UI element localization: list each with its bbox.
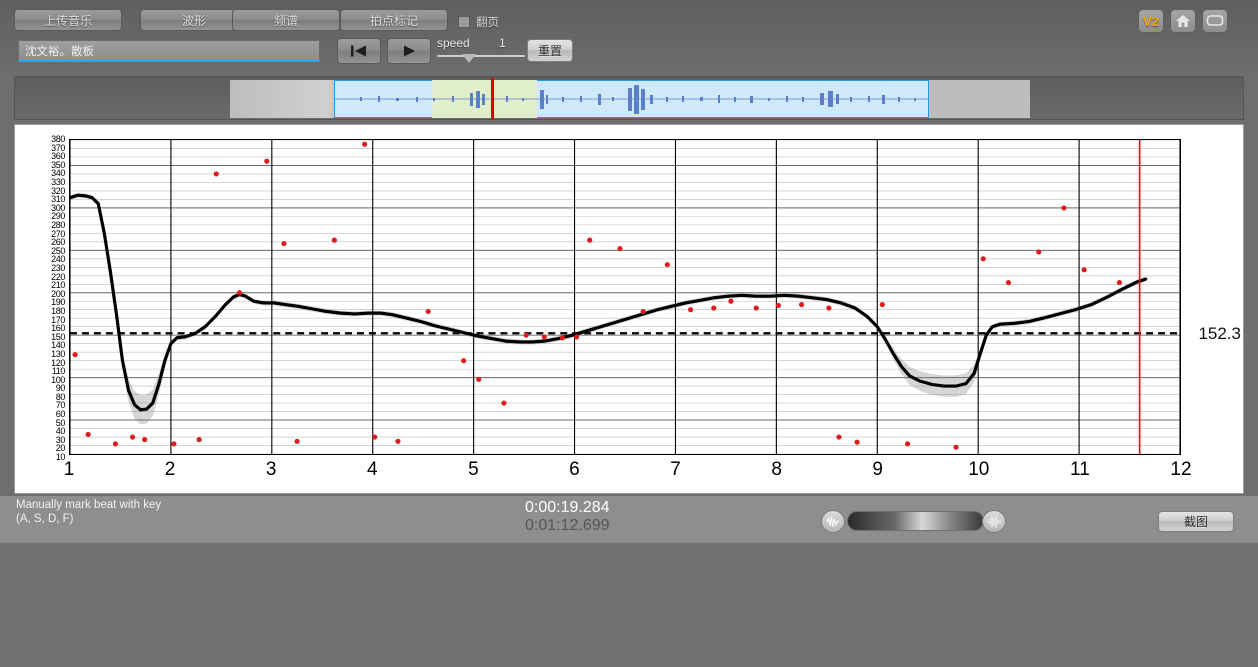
y-axis-tick: 360 (51, 151, 65, 162)
total-time: 0:01:12.699 (525, 517, 610, 534)
y-axis-tick: 210 (51, 280, 65, 291)
tempo-chart-panel: 380 370 360 350 340 330 320 310 300 290 280 270 260 2… (14, 124, 1244, 494)
y-axis-tick: 50 (55, 417, 66, 428)
average-tempo-label: 152.3 (1198, 323, 1241, 343)
y-axis-tick: 220 (51, 271, 65, 282)
y-axis-tick: 200 (51, 288, 65, 299)
y-axis-tick: 330 (51, 177, 65, 187)
y-axis-tick: 340 (51, 168, 65, 179)
y-axis-tick: 240 (51, 254, 65, 265)
speed-value: 1 (499, 36, 506, 50)
y-axis-tick: 40 (55, 426, 66, 437)
upload-music-button[interactable]: 上传音乐 (14, 9, 122, 31)
y-axis-tick: 370 (51, 142, 65, 153)
spectrum-button[interactable]: 频谱 (232, 9, 340, 31)
tempo-analyzer-app: 上传音乐 波形 频谱 拍点标记 翻页 speed 1 重置 V2 (0, 0, 1258, 667)
y-axis-tick: 230 (51, 262, 65, 273)
y-axis-tick: 140 (51, 340, 65, 351)
y-axis-tick: 120 (51, 357, 65, 368)
waveform-canvas[interactable] (230, 78, 1030, 120)
page-turn-label: 翻页 (476, 17, 499, 29)
chat-icon (1206, 15, 1224, 26)
y-axis-tick: 20 (55, 443, 66, 454)
x-axis-tick: 11 (1070, 459, 1090, 480)
keyboard-hint-line2: (A, S, D, F) (16, 513, 74, 525)
y-axis-tick: 80 (55, 391, 66, 402)
chat-button[interactable] (1202, 9, 1228, 33)
y-axis-tick: 160 (51, 323, 65, 334)
current-time: 0:00:19.284 (525, 499, 610, 516)
y-axis-tick: 190 (51, 297, 65, 308)
y-axis-tick: 150 (51, 331, 65, 342)
keyboard-hint: Manually mark beat with key (A, S, D, F) (16, 498, 161, 526)
rewind-button[interactable] (337, 38, 381, 64)
y-axis-tick: 30 (55, 434, 66, 445)
x-axis-tick: 9 (872, 459, 884, 480)
x-axis-tick: 3 (265, 459, 277, 480)
y-axis-tick: 180 (51, 305, 65, 316)
reset-button[interactable]: 重置 (527, 39, 573, 62)
y-axis-tick: 60 (55, 409, 66, 419)
x-axis-tick: 5 (468, 459, 479, 480)
x-axis-tick: 12 (1170, 459, 1192, 480)
status-bar: Manually mark beat with key (A, S, D, F)… (0, 496, 1258, 542)
speed-slider-thumb[interactable] (462, 54, 476, 63)
y-axis-tick: 320 (51, 185, 65, 196)
y-axis-tick: 280 (51, 219, 65, 230)
x-axis-tick: 6 (569, 459, 580, 480)
y-axis-tick: 130 (51, 348, 65, 359)
home-button[interactable] (1170, 9, 1196, 33)
wave-low-icon (826, 515, 840, 527)
play-button[interactable] (387, 38, 431, 64)
x-axis-tick: 4 (366, 459, 378, 480)
y-axis-tick: 350 (51, 159, 65, 170)
tempo-plot-area[interactable]: www.vmus.net (69, 139, 1181, 455)
y-axis-tick: 290 (51, 211, 65, 222)
skip-back-icon (351, 45, 366, 57)
y-axis-tick: 110 (51, 366, 66, 377)
home-icon (1176, 15, 1190, 27)
x-axis-tick: 2 (164, 459, 176, 480)
waveform-subselection[interactable] (432, 80, 537, 118)
waveform-playhead[interactable] (491, 78, 494, 120)
screenshot-button[interactable]: 截图 (1158, 511, 1234, 532)
song-title-input[interactable] (18, 40, 320, 62)
y-axis-tick: 260 (51, 237, 65, 248)
x-axis-labels: 1 2 3 4 5 6 7 8 9 10 11 12 (64, 459, 1192, 487)
y-axis-tick: 300 (51, 202, 65, 213)
x-axis-tick: 8 (771, 459, 782, 480)
volume-high-button[interactable] (982, 510, 1006, 533)
beat-mark-button[interactable]: 拍点标记 (340, 9, 448, 31)
keyboard-hint-line1: Manually mark beat with key (16, 499, 162, 511)
y-axis-tick: 100 (51, 374, 65, 385)
bottom-control-panel: 擦除 移动 删除 吸附 保存 载入 速度-力度 每小节拍数 (0, 542, 1258, 667)
x-axis-tick: 10 (968, 459, 990, 480)
volume-low-button[interactable] (821, 510, 845, 533)
page-turn-group: 翻页 (458, 14, 499, 30)
waveform-selection[interactable] (334, 80, 929, 118)
play-icon (404, 45, 415, 57)
y-axis-labels: 380 370 360 350 340 330 320 310 300 290 280 270 260 2… (15, 135, 67, 462)
y-axis-tick: 70 (55, 400, 66, 411)
tempo-plot-svg (70, 140, 1180, 454)
version-badge[interactable]: V2 (1138, 9, 1164, 33)
top-toolbar: 上传音乐 波形 频谱 拍点标记 翻页 speed 1 重置 V2 (0, 0, 1258, 72)
y-axis-tick: 90 (55, 383, 66, 394)
waveform-overview[interactable] (14, 76, 1244, 120)
x-axis-tick: 1 (63, 459, 75, 480)
speed-label: speed (437, 36, 470, 50)
x-axis-tick: 7 (670, 459, 681, 480)
wave-high-icon (987, 515, 1001, 528)
speed-slider-track[interactable] (437, 55, 525, 57)
page-turn-checkbox[interactable] (458, 16, 470, 28)
y-axis-tick: 380 (51, 134, 65, 144)
y-axis-tick: 250 (51, 245, 65, 256)
y-axis-tick: 270 (51, 228, 65, 239)
y-axis-tick: 170 (51, 314, 65, 325)
volume-slider[interactable] (847, 511, 984, 531)
y-axis-tick: 310 (51, 194, 65, 205)
